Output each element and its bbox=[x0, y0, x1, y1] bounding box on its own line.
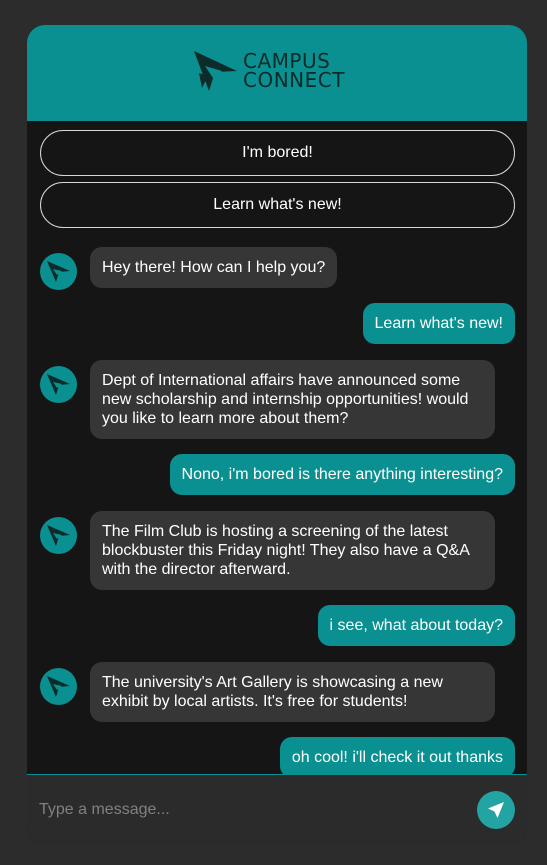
logo-wordmark: CAMPUS CONNECT bbox=[243, 51, 345, 92]
campus-connect-logo: CAMPUS CONNECT bbox=[191, 47, 345, 95]
message-composer bbox=[27, 774, 527, 845]
bot-message: The university's Art Gallery is showcasi… bbox=[90, 662, 495, 722]
user-message: Nono, i'm bored is there anything intere… bbox=[169, 454, 515, 495]
send-arrow-icon bbox=[488, 802, 504, 818]
logo-line-2: CONNECT bbox=[243, 68, 345, 92]
bot-message: Hey there! How can I help you? bbox=[90, 247, 338, 288]
bot-avatar-icon bbox=[40, 668, 77, 705]
message-input[interactable] bbox=[39, 795, 469, 825]
bot-avatar-icon bbox=[40, 517, 77, 554]
logo-icon bbox=[194, 51, 237, 91]
bot-message: The Film Club is hosting a screening of … bbox=[90, 511, 495, 590]
bot-message: Dept of International affairs have annou… bbox=[90, 360, 495, 439]
user-message: Learn what's new! bbox=[362, 303, 515, 344]
bot-avatar-icon bbox=[40, 366, 77, 403]
chat-window: CAMPUS CONNECT I'm bored! Learn what's n… bbox=[27, 25, 527, 845]
chat-header: CAMPUS CONNECT bbox=[27, 25, 527, 121]
bot-avatar-icon bbox=[40, 253, 77, 290]
quick-reply-whats-new[interactable]: Learn what's new! bbox=[40, 182, 515, 228]
user-message: oh cool! i'll check it out thanks bbox=[279, 737, 515, 778]
send-button[interactable] bbox=[477, 791, 515, 829]
quick-reply-bored[interactable]: I'm bored! bbox=[40, 130, 515, 176]
user-message: i see, what about today? bbox=[317, 605, 515, 646]
